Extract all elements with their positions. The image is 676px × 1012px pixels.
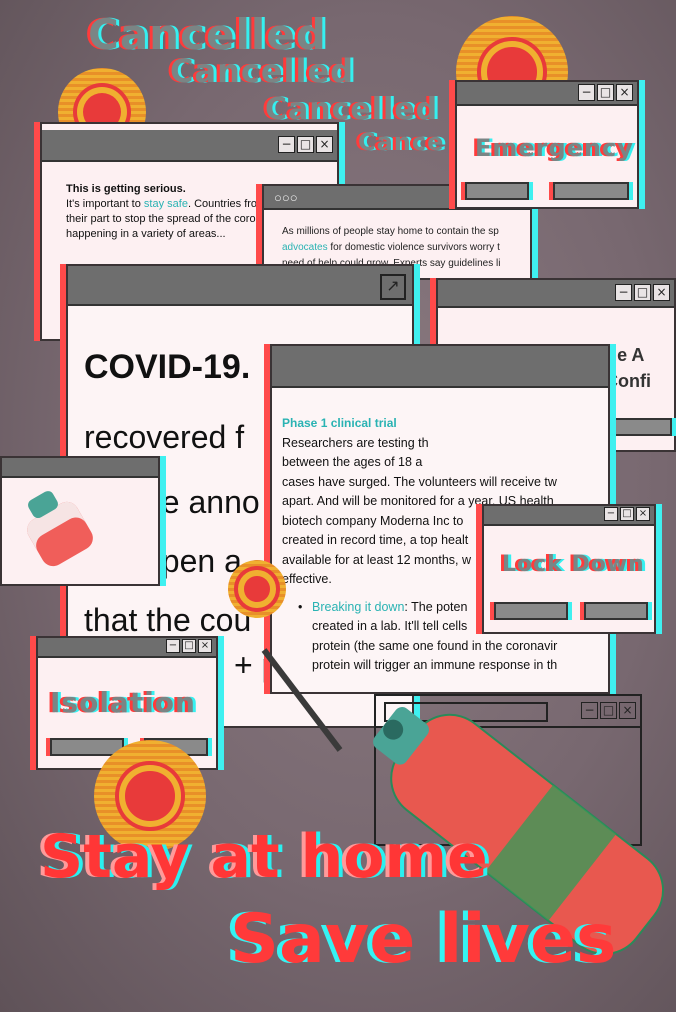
close-icon[interactable]: × xyxy=(616,84,633,101)
stay-safe-link[interactable]: stay safe xyxy=(144,198,188,210)
maximize-icon[interactable]: □ xyxy=(634,284,651,301)
window-titlebar[interactable]: − □ × xyxy=(457,82,637,106)
close-icon[interactable]: × xyxy=(316,136,333,153)
virus-icon xyxy=(228,560,286,618)
dots-icon: ○○○ xyxy=(274,190,298,205)
maximize-icon[interactable]: □ xyxy=(597,84,614,101)
window-text: As millions of people stay home to conta… xyxy=(282,226,499,237)
window-titlebar[interactable] xyxy=(2,458,158,478)
close-icon[interactable]: × xyxy=(198,639,212,653)
minimize-icon[interactable]: − xyxy=(578,84,595,101)
emergency-title: Emergency xyxy=(475,134,634,162)
maximize-icon[interactable]: □ xyxy=(620,507,634,521)
minimize-icon[interactable]: − xyxy=(615,284,632,301)
window-titlebar[interactable]: − □ × xyxy=(42,130,337,162)
expand-icon[interactable]: ↗ xyxy=(380,274,406,300)
trial-text: cases have surged. The volunteers will r… xyxy=(282,474,557,489)
window-titlebar[interactable] xyxy=(272,346,608,388)
window-titlebar[interactable]: − □ × xyxy=(484,506,654,526)
trial-text: between the ages of 18 a xyxy=(282,455,423,469)
cancelled-word-2: Cancelled xyxy=(170,52,355,90)
minimize-icon[interactable]: − xyxy=(278,136,295,153)
minimize-icon[interactable]: − xyxy=(166,639,180,653)
close-icon[interactable]: × xyxy=(653,284,670,301)
window-bar xyxy=(553,182,629,200)
medicine-bottle-icon xyxy=(22,488,98,571)
advocates-link[interactable]: advocates xyxy=(282,242,328,253)
slogan-line-1: Stay at home xyxy=(40,822,488,892)
close-icon[interactable]: × xyxy=(636,507,650,521)
cancelled-word-4: Cance xyxy=(358,128,445,156)
window-bar xyxy=(465,182,529,200)
window-text: advocates for domestic violence survivor… xyxy=(282,242,500,253)
window-titlebar[interactable]: − □ × xyxy=(38,638,216,658)
window-emergency: − □ × Emergency xyxy=(455,80,639,209)
window-lock-down: − □ × Lock Down xyxy=(482,504,656,634)
window-titlebar[interactable]: ↗ xyxy=(68,266,412,306)
lock-down-title: Lock Down xyxy=(502,552,645,577)
window-bar xyxy=(584,602,648,620)
trial-heading: Phase 1 clinical trial xyxy=(282,416,397,430)
maximize-icon[interactable]: □ xyxy=(182,639,196,653)
window-titlebar[interactable]: − □ × xyxy=(438,280,674,308)
minimize-icon[interactable]: − xyxy=(604,507,618,521)
slogan-line-2: Save lives xyxy=(230,900,617,979)
isolation-title: Isolation xyxy=(50,686,196,719)
window-medicine xyxy=(0,456,160,586)
bullet-icon: • xyxy=(298,599,303,614)
trial-text: Researchers are testing th xyxy=(282,435,429,450)
window-bar xyxy=(494,602,568,620)
breaking-it-down-link[interactable]: Breaking it down xyxy=(312,600,404,614)
maximize-icon[interactable]: □ xyxy=(297,136,314,153)
